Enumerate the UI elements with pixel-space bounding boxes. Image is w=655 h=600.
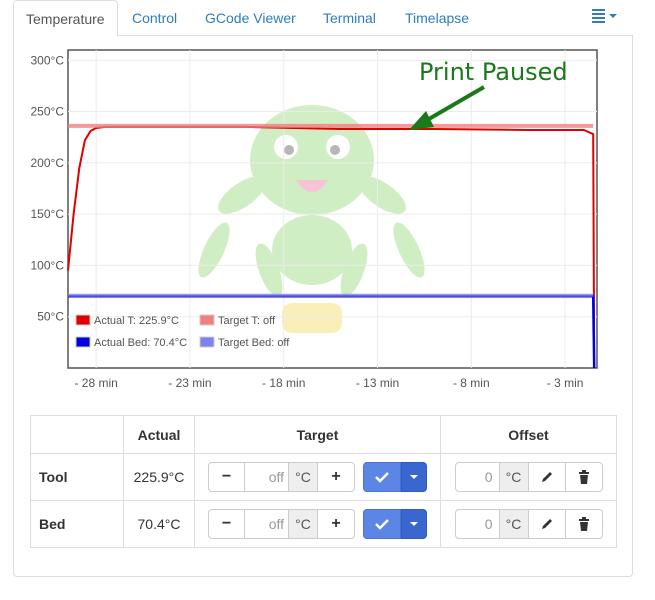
edit-offset-button[interactable] bbox=[528, 462, 566, 492]
legend-label: Actual Bed: 70.4°C bbox=[94, 337, 187, 349]
tab-menu-toggle[interactable] bbox=[592, 9, 617, 23]
header-offset: Offset bbox=[440, 415, 617, 454]
x-tick-label: - 28 min bbox=[74, 376, 117, 390]
table-row-bed: Bed 70.4°C − °C + °C bbox=[30, 500, 617, 548]
target-input-bed[interactable] bbox=[245, 509, 289, 539]
row-name-bed: Bed bbox=[30, 500, 124, 548]
decrease-target-button[interactable]: − bbox=[208, 509, 245, 539]
offset-control-bed: °C bbox=[440, 500, 617, 548]
offset-control-tool: °C bbox=[440, 453, 617, 501]
legend-swatch bbox=[199, 336, 215, 348]
x-tick-label: - 23 min bbox=[168, 376, 211, 390]
y-tick-label: 250°C bbox=[31, 105, 65, 119]
offset-input-tool[interactable] bbox=[454, 462, 500, 492]
x-tick-label: - 18 min bbox=[262, 376, 305, 390]
legend-label: Target Bed: off bbox=[218, 337, 290, 349]
trash-icon bbox=[578, 517, 589, 531]
tab-control[interactable]: Control bbox=[132, 0, 177, 36]
pencil-icon bbox=[541, 519, 552, 529]
y-tick-label: 300°C bbox=[31, 53, 65, 67]
legend-label: Target T: off bbox=[218, 315, 276, 327]
tab-gcode-viewer[interactable]: GCode Viewer bbox=[205, 0, 296, 36]
unit-label: °C bbox=[289, 509, 318, 539]
pencil-icon bbox=[541, 472, 552, 482]
tab-bar: Temperature Control GCode Viewer Termina… bbox=[13, 0, 633, 37]
x-tick-label: - 13 min bbox=[356, 376, 399, 390]
legend-swatch bbox=[75, 336, 91, 348]
check-icon bbox=[375, 472, 389, 483]
table-row-tool: Tool 225.9°C − °C + °C bbox=[30, 453, 617, 501]
list-icon bbox=[592, 9, 605, 23]
target-control-tool: − °C + bbox=[194, 453, 441, 501]
unit-label: °C bbox=[289, 462, 318, 492]
unit-label: °C bbox=[499, 462, 529, 492]
delete-offset-button[interactable] bbox=[565, 462, 603, 492]
y-tick-label: 150°C bbox=[31, 207, 65, 221]
header-actual: Actual bbox=[123, 415, 195, 454]
header-empty bbox=[30, 415, 124, 454]
x-axis-ticks: - 28 min - 23 min - 18 min - 13 min - 8 min -… bbox=[74, 376, 583, 390]
caret-down-icon bbox=[609, 14, 617, 18]
y-axis-ticks: 300°C 250°C 200°C 150°C 100°C 50°C bbox=[31, 53, 65, 323]
temperature-table: Actual Target Offset Tool 225.9°C − °C + bbox=[30, 415, 617, 548]
header-target: Target bbox=[194, 415, 441, 454]
actual-temp-tool: 225.9°C bbox=[123, 453, 195, 501]
table-header-row: Actual Target Offset bbox=[30, 415, 617, 454]
temperature-graph: 300°C250°C200°C150°C100°C50°C - 28 min - … bbox=[31, 49, 598, 390]
tab-terminal[interactable]: Terminal bbox=[323, 0, 376, 36]
set-target-button[interactable] bbox=[363, 462, 401, 492]
y-tick-label: 100°C bbox=[31, 258, 65, 272]
target-dropdown-button[interactable] bbox=[401, 462, 427, 492]
increase-target-button[interactable]: + bbox=[318, 462, 355, 492]
x-tick-label: - 3 min bbox=[547, 376, 584, 390]
offset-input-bed[interactable] bbox=[454, 509, 500, 539]
trash-icon bbox=[578, 470, 589, 484]
x-tick-label: - 8 min bbox=[453, 376, 490, 390]
increase-target-button[interactable]: + bbox=[318, 509, 355, 539]
row-name-tool: Tool bbox=[30, 453, 124, 501]
set-target-button[interactable] bbox=[363, 509, 401, 539]
unit-label: °C bbox=[499, 509, 529, 539]
target-dropdown-button[interactable] bbox=[401, 509, 427, 539]
target-control-bed: − °C + bbox=[194, 500, 441, 548]
caret-down-icon bbox=[410, 475, 418, 479]
check-icon bbox=[375, 519, 389, 530]
legend-label: Actual T: 225.9°C bbox=[94, 315, 179, 327]
y-tick-label: 200°C bbox=[31, 156, 65, 170]
legend-swatch bbox=[75, 314, 91, 326]
y-tick-label: 50°C bbox=[37, 310, 64, 324]
delete-offset-button[interactable] bbox=[565, 509, 603, 539]
tab-temperature[interactable]: Temperature bbox=[13, 0, 118, 37]
target-input-tool[interactable] bbox=[245, 462, 289, 492]
tab-timelapse[interactable]: Timelapse bbox=[405, 0, 469, 36]
actual-temp-bed: 70.4°C bbox=[123, 500, 195, 548]
caret-down-icon bbox=[410, 522, 418, 526]
edit-offset-button[interactable] bbox=[528, 509, 566, 539]
decrease-target-button[interactable]: − bbox=[208, 462, 245, 492]
print-paused-annotation: Print Paused bbox=[419, 58, 568, 86]
legend-swatch bbox=[199, 314, 215, 326]
